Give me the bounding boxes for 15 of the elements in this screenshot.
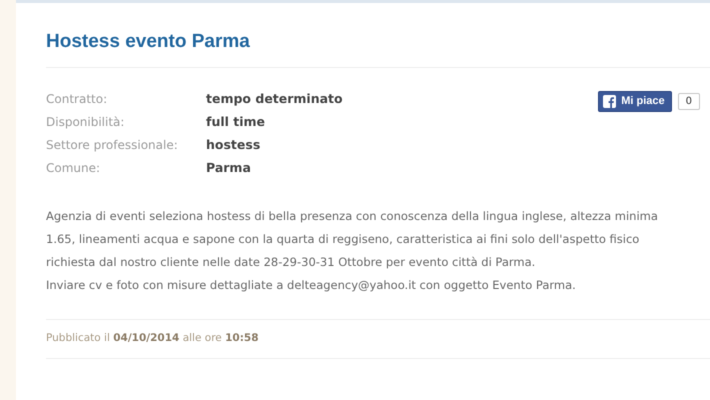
field-value: tempo determinato: [206, 90, 343, 108]
like-button[interactable]: Mi piace: [598, 90, 672, 112]
field-value: full time: [206, 113, 266, 131]
published-date: Pubblicato il 04/10/2014 alle ore 10:58: [46, 331, 260, 346]
job-title: Hostess evento Parma: [46, 30, 251, 54]
like-count: 0: [678, 92, 700, 110]
field-label: Settore professionale:: [46, 137, 179, 154]
description-text: Inviare cv e foto con misure dettagliate a delteagency@yahoo.it con oggetto Evento Parma.: [46, 277, 577, 294]
field-label: Contratto:: [46, 91, 108, 108]
field-label: Comune:: [46, 160, 102, 177]
description-text: Agenzia di eventi seleziona hostess di bella presenza con conoscenza della lingua inglese, altezza minima 1.65, lineamenti acqua e sapone con la quarta di reggiseno, caratteristica ai fini solo dell'aspetto fisico richiesta dal nostro cliente nelle date 28-29-30-31 Ottobre per evento città di Parma.: [46, 208, 659, 271]
field-label: Disponibilità:: [46, 114, 126, 131]
field-value: hostess: [206, 136, 262, 154]
facebook-icon: [603, 94, 616, 108]
field-value: Parma: [206, 159, 252, 177]
